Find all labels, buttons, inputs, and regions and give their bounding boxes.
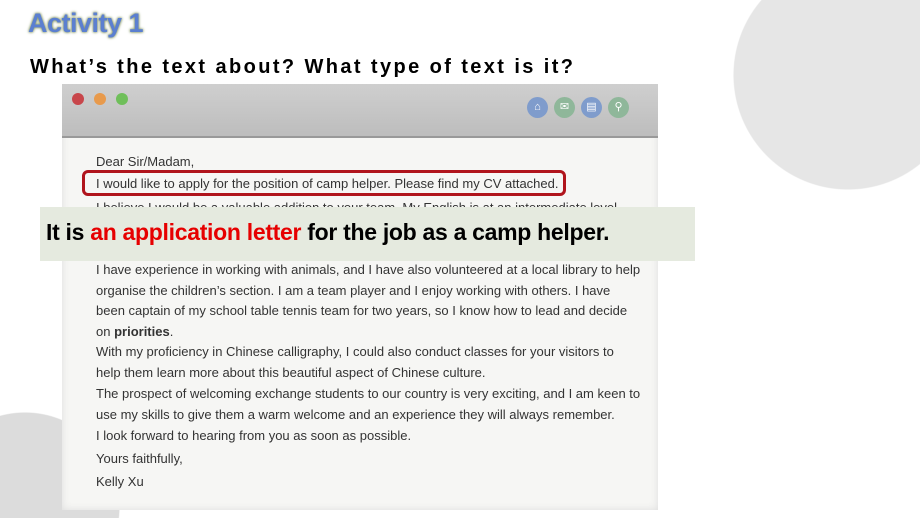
letter-paragraph: With my proficiency in Chinese calligrap… (96, 344, 614, 380)
slide-title: Activity 1 (28, 8, 144, 38)
paragraph-text: I have experience in working with animal… (96, 262, 641, 339)
maximize-dot-icon (116, 93, 128, 105)
close-dot-icon (72, 93, 84, 105)
highlight-box (82, 170, 566, 196)
letter-paragraph: The prospect of welcoming exchange stude… (96, 386, 641, 422)
document-icon: ▤ (581, 97, 602, 118)
answer-suffix: for the job as a camp helper. (301, 219, 610, 245)
letter-paragraph: I look forward to hearing from you as so… (96, 428, 412, 443)
mail-icon: ✉ (554, 97, 575, 118)
window-toolbar: ⌂ ✉ ▤ ⚲ (62, 84, 658, 138)
paragraph-end: . (169, 323, 174, 339)
decorative-circle (733, 0, 920, 190)
textbook-page-image: ⌂ ✉ ▤ ⚲ Dear Sir/Madam, I would like to … (62, 84, 658, 510)
answer-text: It is an application letter for the job … (46, 219, 609, 246)
home-icon: ⌂ (527, 97, 548, 118)
letter-closing: Yours faithfully, (96, 451, 183, 466)
letter-signature: Kelly Xu (96, 474, 144, 489)
answer-highlight: an application letter (90, 219, 302, 245)
question: What’s the text about? What type of text… (30, 56, 576, 78)
search-icon: ⚲ (608, 97, 629, 118)
bold-word: priorities (114, 323, 170, 339)
letter-paragraph: I have experience in working with animal… (96, 260, 641, 342)
answer-prefix: It is (46, 219, 91, 245)
answer-banner: It is an application letter for the job … (40, 207, 695, 261)
minimize-dot-icon (94, 93, 106, 105)
